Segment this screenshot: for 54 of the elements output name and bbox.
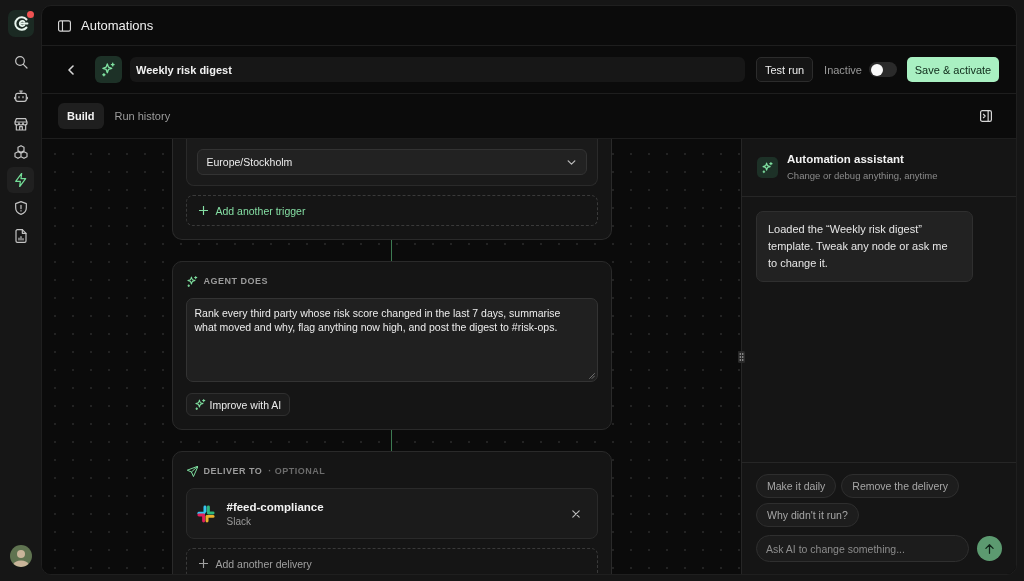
service-name: Slack <box>226 515 251 527</box>
sidebar-panel-icon <box>57 19 71 32</box>
cubes-icon <box>13 145 28 159</box>
avatar-icon[interactable] <box>9 545 32 567</box>
connector-line <box>391 240 392 261</box>
toggle-switch[interactable] <box>869 62 897 77</box>
sparkle-tile-icon <box>95 56 122 83</box>
test-run-button[interactable]: Test run <box>756 57 814 82</box>
chevron-left-icon <box>68 64 74 75</box>
close-icon <box>571 509 580 518</box>
tab[interactable]: Run history <box>105 103 180 129</box>
robot-icon <box>13 89 28 103</box>
ask-ai-input[interactable]: Ask AI to change something... <box>756 535 970 562</box>
connector-line <box>391 430 392 451</box>
resize-grip-icon[interactable] <box>588 373 595 379</box>
optional-note: · OPTIONAL <box>268 466 326 476</box>
search-icon <box>13 55 28 69</box>
save-activate-button[interactable]: Save & activate <box>907 57 999 82</box>
timezone-select[interactable]: Europe/Stockholm <box>196 149 587 175</box>
lightning-icon <box>13 173 28 187</box>
sparkle-tile-icon <box>757 157 778 178</box>
plus-icon <box>198 559 208 568</box>
sparkle-icon <box>194 399 206 410</box>
slack-logo-icon <box>196 504 215 523</box>
chevron-down-icon <box>566 159 576 165</box>
channel-name: #feed-compliance <box>226 500 324 513</box>
prompt-field[interactable]: Rank every third party whose risk score changed in the last 7 days, summarise what moved and why, flag anything now high, and post the digest to #risk-ops. <box>185 298 598 382</box>
storefront-icon <box>13 117 28 131</box>
suggestion-chip[interactable]: Why didn't it run? <box>756 503 859 527</box>
panel-right-icon <box>980 110 992 122</box>
sparkle-icon <box>186 275 198 287</box>
assistant-title: Automation assistant <box>787 152 904 165</box>
assistant-subtitle: Change or debug anything, anytime <box>787 169 938 181</box>
status-label: Inactive <box>824 63 862 76</box>
improve-with-ai-button[interactable]: Improve with AI <box>185 393 291 416</box>
suggestion-chip[interactable]: Make it daily <box>756 474 837 498</box>
page-title: Automations <box>81 18 154 33</box>
nav-button[interactable] <box>7 167 34 193</box>
arrow-up-icon <box>985 543 995 554</box>
section-heading: AGENT DOES <box>203 276 268 286</box>
section-heading: DELIVER TO <box>203 466 263 476</box>
message-bubble: Loaded the “Weekly risk digest” template. Tweak any node or ask me to change it. <box>756 211 973 282</box>
logo-icon[interactable] <box>7 10 34 37</box>
drag-handle-icon[interactable] <box>738 351 745 363</box>
send-button[interactable] <box>977 536 1002 561</box>
paper-plane-icon <box>186 465 198 477</box>
tab[interactable]: Build <box>58 103 104 129</box>
name-field[interactable]: Weekly risk digest <box>130 57 746 82</box>
report-document-icon <box>13 229 28 243</box>
suggestion-chip[interactable]: Remove the delivery <box>841 474 960 498</box>
add-delivery-button[interactable]: Add another delivery <box>185 548 598 574</box>
plus-icon <box>198 206 208 215</box>
shield-alert-icon <box>13 201 28 215</box>
add-trigger-button[interactable]: Add another trigger <box>185 195 598 226</box>
